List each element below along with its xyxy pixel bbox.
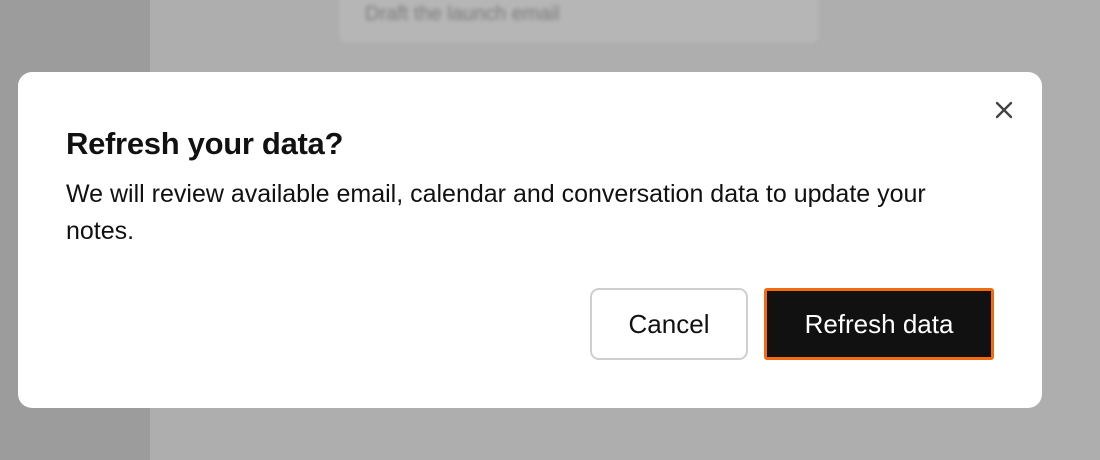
dialog-description: We will review available email, calendar… [66,180,926,245]
close-icon [995,101,1013,119]
background-task-card: Draft the launch email [338,0,820,44]
refresh-data-dialog: Refresh your data? We will review availa… [18,72,1042,408]
close-button[interactable] [988,94,1020,126]
refresh-data-button[interactable]: Refresh data [764,288,994,360]
app-page: Draft the launch email Refresh your data… [0,0,1100,460]
dialog-title: Refresh your data? [66,126,344,161]
dialog-actions: Cancel Refresh data [590,288,994,360]
background-task-text: Draft the launch email [365,3,560,25]
cancel-button[interactable]: Cancel [590,288,748,360]
